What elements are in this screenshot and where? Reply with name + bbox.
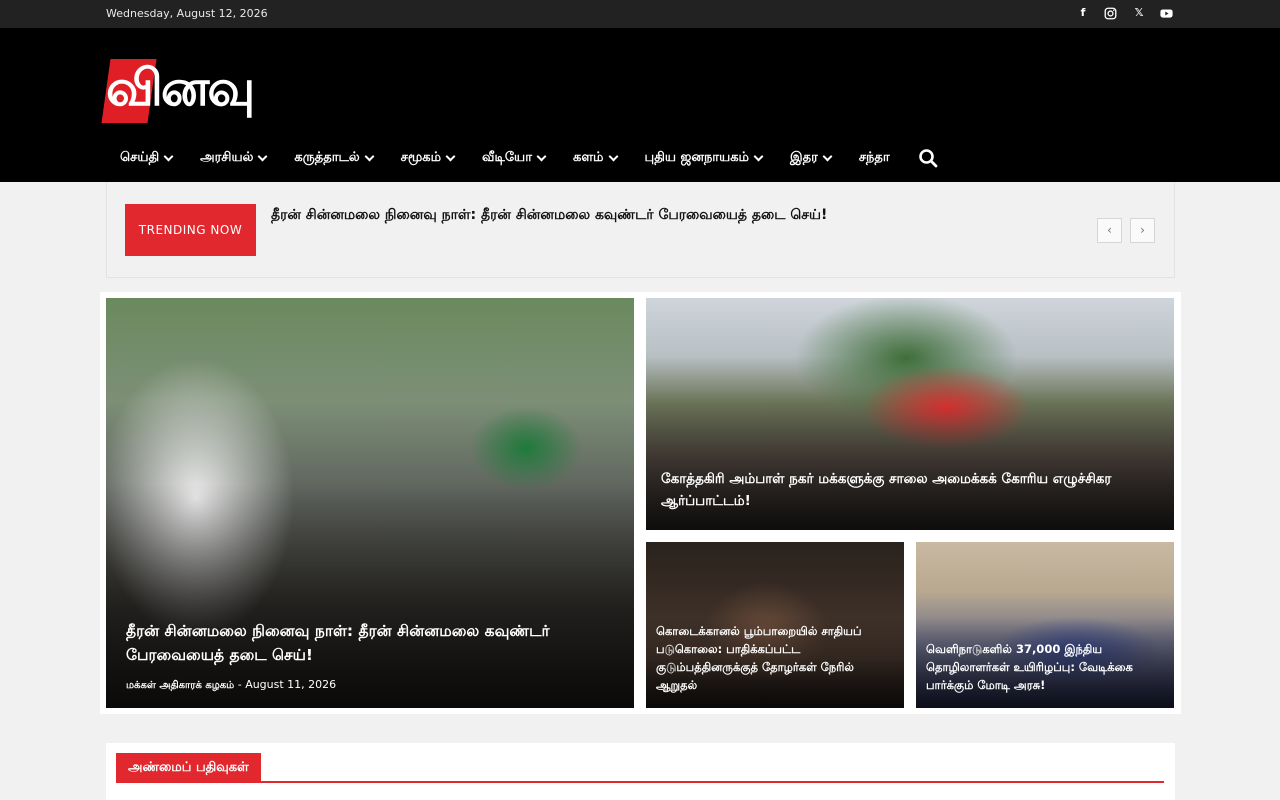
nav-label: களம் xyxy=(573,150,604,165)
trending-prev-button[interactable]: ‹ xyxy=(1097,218,1122,243)
chevron-down-icon xyxy=(822,151,833,161)
x-twitter-icon[interactable]: 𝕏 xyxy=(1132,5,1146,21)
chevron-down-icon xyxy=(163,151,174,161)
nav-item-politics[interactable]: அரசியல் xyxy=(186,140,280,176)
recent-posts-section: அண்மைப் பதிவுகள் xyxy=(106,743,1175,800)
facebook-icon[interactable]: f xyxy=(1076,5,1090,21)
nav-label: புதிய ஜனநாயகம் xyxy=(644,150,750,165)
chevron-down-icon xyxy=(608,151,618,161)
image-overlay xyxy=(106,482,634,708)
chevron-down-icon xyxy=(257,151,268,161)
card-title[interactable]: தீரன் சின்னமலை நினைவு நாள்: தீரன் சின்னம… xyxy=(126,619,596,667)
site-header: வினவு செய்தி அரசியல் கருத்தாடல் சமூகம் வ… xyxy=(0,28,1280,182)
nav-item-others[interactable]: இதர xyxy=(776,140,845,176)
card-title[interactable]: கொடைக்கானல் பூம்பாறையில் சாதியப் படுகொலை… xyxy=(656,622,896,694)
meta-separator: - xyxy=(237,678,242,691)
card-meta: மக்கள் அதிகாரக் கழகம் - August 11, 2026 xyxy=(126,678,336,692)
instagram-icon[interactable] xyxy=(1104,5,1118,21)
featured-card-top[interactable]: கோத்தகிரி அம்பாள் நகர் மக்களுக்கு சாலை அ… xyxy=(646,298,1174,530)
nav-item-news[interactable]: செய்தி xyxy=(106,140,186,176)
nav-label: சந்தா xyxy=(858,150,890,165)
trending-headline[interactable]: தீரன் சின்னமலை நினைவு நாள்: தீரன் சின்னம… xyxy=(271,207,827,225)
nav-item-puthiya-jananayagam[interactable]: புதிய ஜனநாயகம் xyxy=(631,140,777,176)
card-title[interactable]: கோத்தகிரி அம்பாள் நகர் மக்களுக்கு சாலை அ… xyxy=(661,468,1151,512)
nav-label: கருத்தாடல் xyxy=(294,150,360,165)
recent-posts-title: அண்மைப் பதிவுகள் xyxy=(116,753,261,782)
author-link[interactable]: மக்கள் அதிகாரக் கழகம் xyxy=(126,680,234,691)
nav-label: வீடியோ xyxy=(482,150,532,165)
chevron-down-icon xyxy=(445,151,456,161)
nav-label: அரசியல் xyxy=(200,150,254,165)
nav-item-field[interactable]: களம் xyxy=(559,140,631,176)
current-date: Wednesday, August 12, 2026 xyxy=(106,7,268,20)
nav-label: இதர xyxy=(790,150,818,165)
logo-text: வினவு xyxy=(106,59,255,117)
chevron-down-icon xyxy=(753,151,764,161)
search-icon[interactable] xyxy=(918,148,938,168)
chevron-down-icon xyxy=(536,151,547,161)
nav-item-opinion[interactable]: கருத்தாடல் xyxy=(280,140,386,176)
chevron-down-icon xyxy=(364,151,375,161)
nav-item-society[interactable]: சமூகம் xyxy=(387,140,468,176)
trending-next-button[interactable]: › xyxy=(1130,218,1155,243)
featured-card-bottom-left[interactable]: கொடைக்கானல் பூம்பாறையில் சாதியப் படுகொலை… xyxy=(646,542,904,708)
site-logo[interactable]: வினவு xyxy=(101,55,282,125)
main-nav: செய்தி அரசியல் கருத்தாடல் சமூகம் வீடியோ … xyxy=(106,140,938,176)
featured-card-main[interactable]: தீரன் சின்னமலை நினைவு நாள்: தீரன் சின்னம… xyxy=(106,298,634,708)
social-links: f 𝕏 xyxy=(1076,5,1174,21)
section-divider xyxy=(116,781,1164,783)
post-date: August 11, 2026 xyxy=(245,678,337,691)
trending-bar: TRENDING NOW தீரன் சின்னமலை நினைவு நாள்:… xyxy=(106,182,1175,278)
nav-item-video[interactable]: வீடியோ xyxy=(468,140,559,176)
nav-item-subscribe[interactable]: சந்தா xyxy=(845,140,904,176)
featured-grid: தீரன் சின்னமலை நினைவு நாள்: தீரன் சின்னம… xyxy=(100,292,1181,714)
featured-card-bottom-right[interactable]: வெளிநாடுகளில் 37,000 இந்திய தொழிலாளர்கள்… xyxy=(916,542,1174,708)
nav-label: செய்தி xyxy=(120,150,160,165)
trending-label: TRENDING NOW xyxy=(125,204,256,256)
youtube-icon[interactable] xyxy=(1160,5,1174,21)
card-title[interactable]: வெளிநாடுகளில் 37,000 இந்திய தொழிலாளர்கள்… xyxy=(926,640,1166,694)
nav-label: சமூகம் xyxy=(400,150,442,165)
top-bar: Wednesday, August 12, 2026 f 𝕏 xyxy=(0,0,1280,28)
trending-nav: ‹ › xyxy=(1097,218,1155,243)
